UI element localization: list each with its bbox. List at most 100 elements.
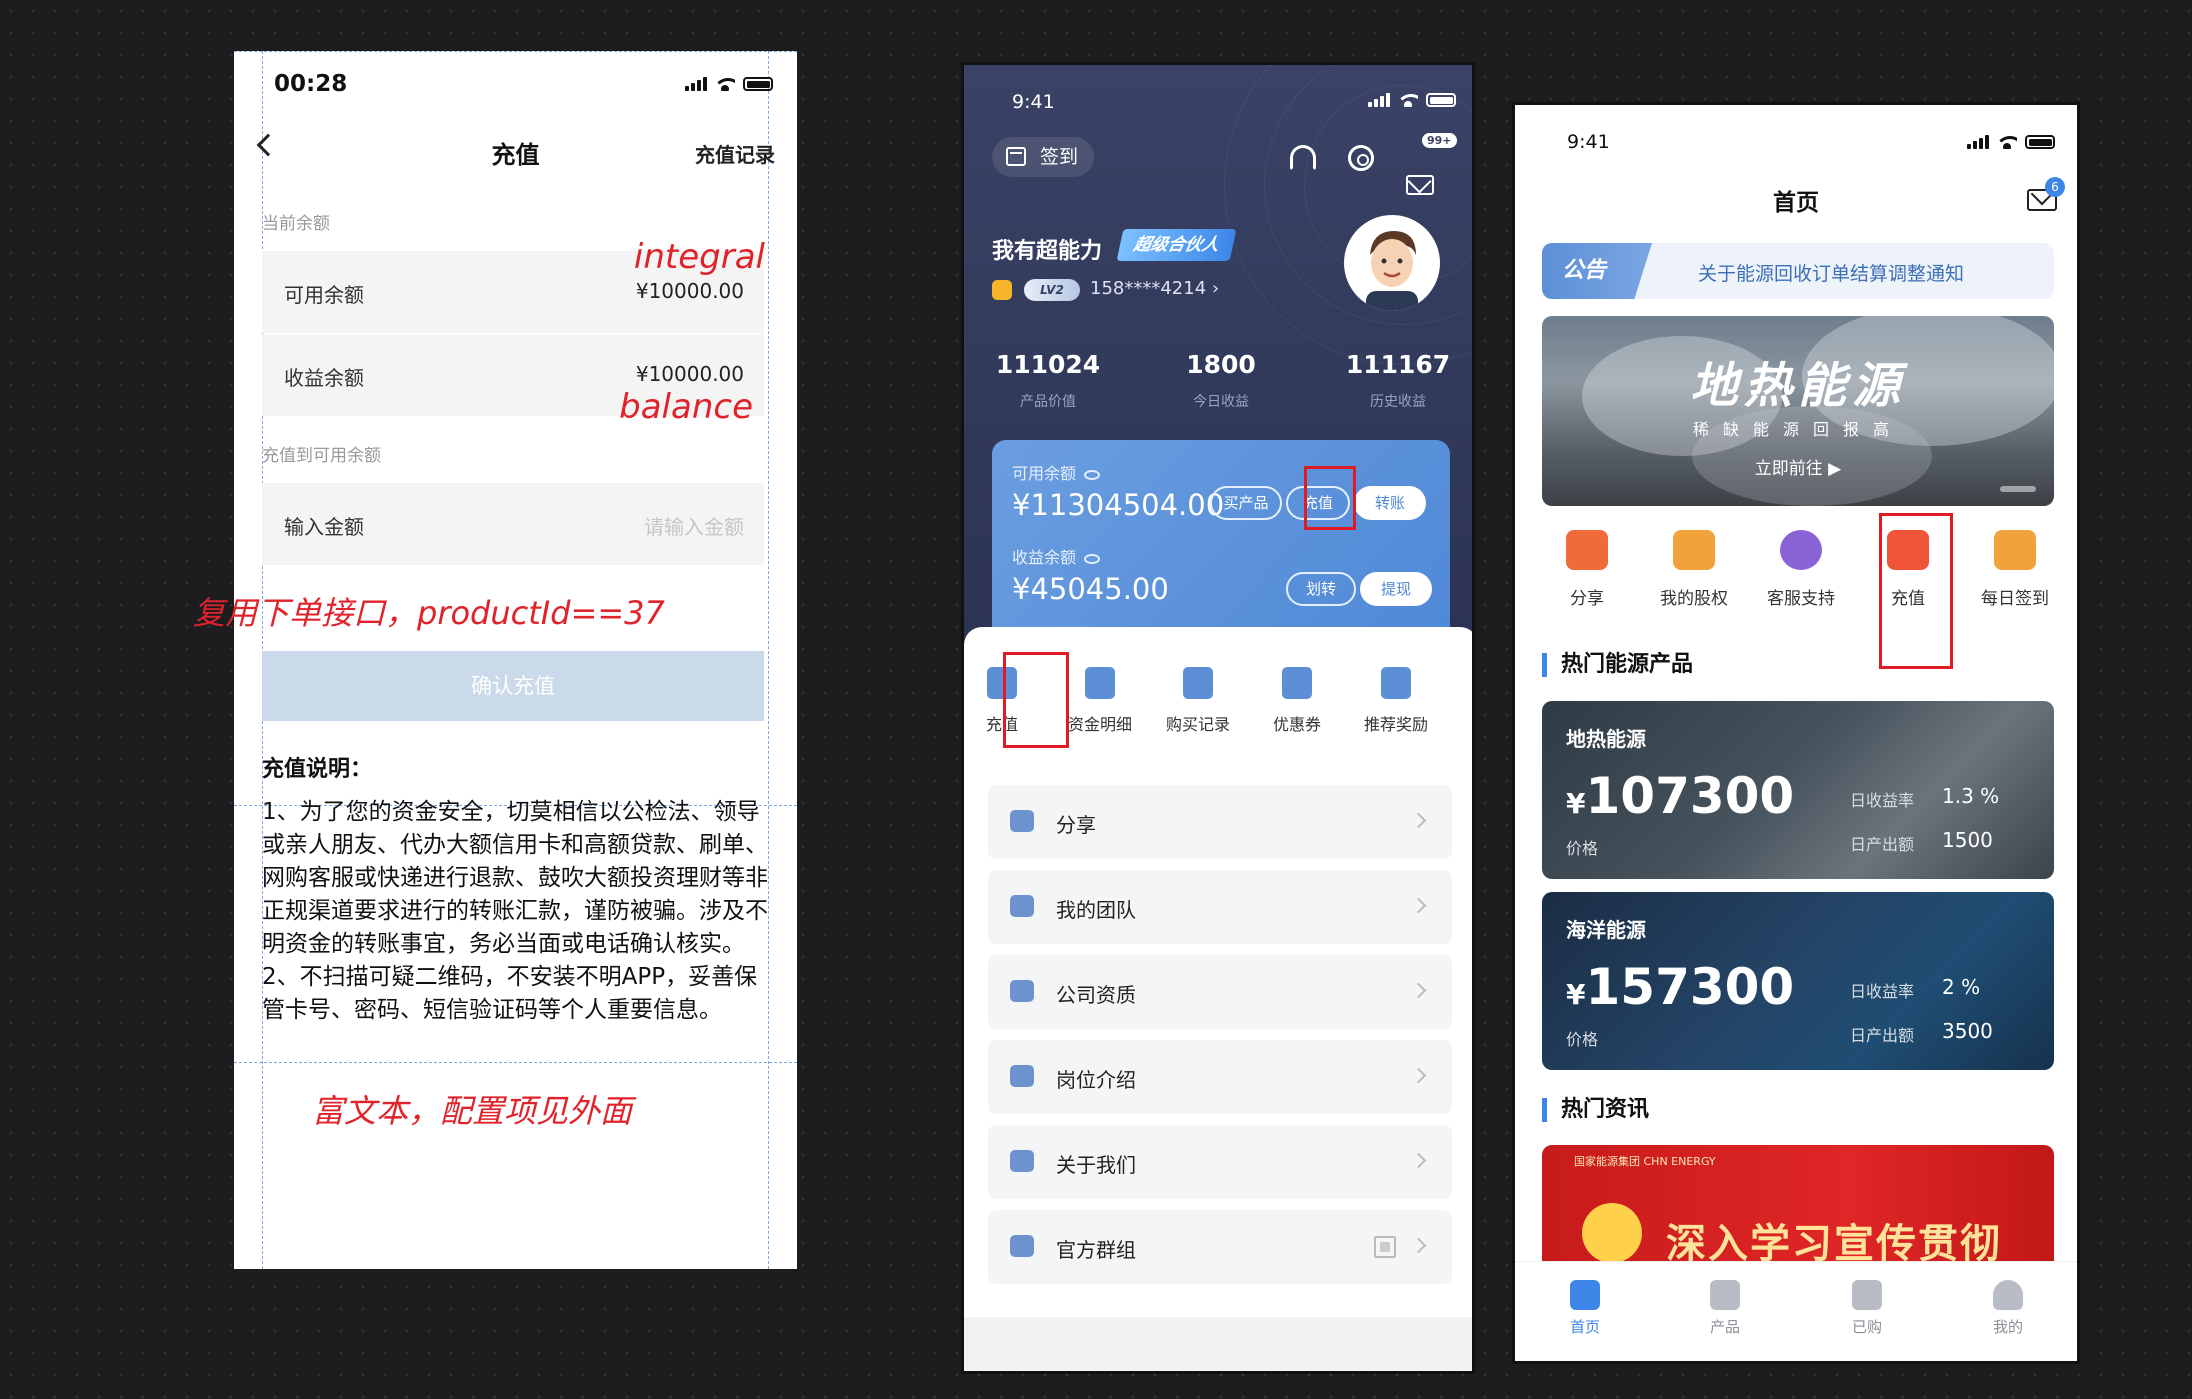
news-logo: 国家能源集团 CHN ENERGY [1574, 1155, 1716, 1168]
nav-label: 客服支持 [1767, 589, 1835, 609]
status-time: 9:41 [1567, 131, 1610, 153]
section-label: 充值到可用余额 [262, 446, 381, 466]
tab-purchased[interactable]: 已购 [1827, 1280, 1907, 1337]
nav-label: 分享 [1570, 589, 1604, 609]
wifi-icon [1398, 93, 1418, 107]
menu-label: 分享 [1056, 813, 1096, 837]
chart-icon [1673, 530, 1715, 570]
bookmark-icon [1710, 1280, 1740, 1310]
battery-icon [743, 77, 773, 91]
headset-icon[interactable] [1290, 145, 1316, 171]
emblem-icon [1582, 1203, 1642, 1263]
home-screen: 9:41 首页 6 公告 关于能源回收订单结算调整通知 地热能源 稀缺能源回报高… [1512, 102, 2080, 1364]
move-button[interactable]: 划转 [1286, 572, 1356, 606]
signal-icon [1368, 93, 1390, 107]
qr-code-icon [1374, 1236, 1396, 1258]
quick-purchase-records[interactable]: 购买记录 [1150, 667, 1246, 735]
phone-number[interactable]: 158****4214 › [1090, 278, 1219, 299]
eye-icon[interactable] [1084, 553, 1101, 564]
chevron-right-icon [1410, 812, 1427, 829]
status-icons [685, 77, 773, 91]
eye-icon[interactable] [1084, 469, 1101, 480]
amount-label: 输入金额 [284, 515, 364, 539]
menu-share[interactable]: 分享 [988, 785, 1452, 859]
tab-home[interactable]: 首页 [1545, 1280, 1625, 1337]
banner-cta[interactable]: 立即前往 ▶ [1542, 454, 2054, 479]
home-icon [1570, 1280, 1600, 1310]
product-card[interactable]: 海洋能源 ¥157300 价格 日收益率 2 % 日产出额 3500 [1542, 892, 2054, 1070]
status-time: 9:41 [1012, 91, 1055, 113]
amount-input[interactable]: 请输入金额 [644, 511, 744, 540]
user-name: 我有超能力 [992, 239, 1103, 264]
headset-icon [1780, 530, 1822, 570]
available-balance-label: 可用余额 [284, 283, 364, 307]
price-label: 价格 [1566, 839, 1599, 858]
recharge-record-link[interactable]: 充值记录 [695, 139, 775, 168]
settings-icon[interactable] [1348, 145, 1374, 171]
mail-icon[interactable] [1406, 175, 1434, 195]
certificate-icon [1010, 980, 1034, 1002]
confirm-recharge-button[interactable]: 确认充值 [262, 651, 764, 721]
balance-card: 可用余额 ¥11304504.00 买产品 充值 转账 收益余额 ¥45045.… [992, 440, 1450, 645]
quick-coupons[interactable]: 优惠券 [1249, 667, 1345, 735]
product-card[interactable]: 地热能源 ¥107300 价格 日收益率 1.3 % 日产出额 1500 [1542, 701, 2054, 879]
vip-icon [992, 280, 1012, 300]
description-text: 1、为了您的资金安全，切莫相信以公检法、领导或亲人朋友、代办大额信用卡和高额贷款… [262, 799, 768, 1023]
wifi-icon [715, 77, 735, 91]
menu-label: 官方群组 [1056, 1238, 1136, 1262]
news-card[interactable]: 国家能源集团 CHN ENERGY 深入学习宣传贯彻 [1542, 1145, 2054, 1275]
menu-about-us[interactable]: 关于我们 [988, 1125, 1452, 1199]
menu-label: 岗位介绍 [1056, 1068, 1136, 1092]
avatar[interactable] [1344, 215, 1440, 311]
nav-my-equity[interactable]: 我的股权 [1644, 530, 1744, 609]
battery-icon [2025, 135, 2055, 149]
notice-tag: 公告 [1542, 243, 1652, 299]
section-label: 当前余额 [262, 214, 330, 234]
menu-label: 公司资质 [1056, 983, 1136, 1007]
stat-value: 1800 [1186, 350, 1256, 379]
banner[interactable]: 地热能源 稀缺能源回报高 立即前往 ▶ [1542, 316, 2054, 506]
tab-label: 已购 [1851, 1318, 1882, 1336]
mail-badge: 6 [2045, 177, 2065, 197]
transfer-button[interactable]: 转账 [1354, 486, 1426, 520]
banner-title: 地热能源 [1689, 358, 1906, 414]
notice-bar[interactable]: 公告 关于能源回收订单结算调整通知 [1542, 243, 2054, 299]
annotation-balance: balance [619, 387, 753, 427]
star-icon [1381, 667, 1411, 699]
nav-share[interactable]: 分享 [1537, 530, 1637, 609]
status-time: 00:28 [274, 71, 348, 97]
withdraw-button[interactable]: 提现 [1360, 572, 1432, 606]
group-icon [1010, 1235, 1034, 1257]
chevron-right-icon [1410, 1067, 1427, 1084]
nav-label: 我的股权 [1660, 589, 1728, 609]
menu-company-qualification[interactable]: 公司资质 [988, 955, 1452, 1029]
team-icon [1010, 895, 1034, 917]
tab-products[interactable]: 产品 [1685, 1280, 1765, 1337]
rate-value: 2 % [1942, 975, 1981, 999]
section-title: 热门资讯 [1542, 1098, 1649, 1122]
menu-my-team[interactable]: 我的团队 [988, 870, 1452, 944]
product-name: 海洋能源 [1566, 918, 1646, 942]
clipboard-icon [1183, 667, 1213, 699]
briefcase-icon [1010, 1065, 1034, 1087]
checkin-button[interactable]: 签到 [992, 137, 1094, 177]
menu-positions[interactable]: 岗位介绍 [988, 1040, 1452, 1114]
amount-input-row[interactable]: 输入金额 请输入金额 [262, 483, 764, 565]
stat-label: 今日收益 [1193, 394, 1249, 410]
quick-referral-rewards[interactable]: 推荐奖励 [1348, 667, 1444, 735]
menu-official-group[interactable]: 官方群组 [988, 1210, 1452, 1284]
wifi-icon [1997, 135, 2017, 149]
highlight-box [1003, 652, 1069, 748]
output-label: 日产出额 [1850, 835, 1915, 854]
quick-label: 购买记录 [1165, 715, 1230, 734]
quick-label: 优惠券 [1272, 715, 1321, 734]
notice-text: 关于能源回收订单结算调整通知 [1698, 263, 1965, 285]
tab-mine[interactable]: 我的 [1968, 1280, 2048, 1337]
chevron-right-icon [1410, 1152, 1427, 1169]
buy-product-button[interactable]: 买产品 [1210, 486, 1282, 520]
nav-support[interactable]: 客服支持 [1751, 530, 1851, 609]
annotation-reuse: 复用下单接口，productId==37 [193, 594, 665, 632]
earnings-balance-label: 收益余额 [284, 366, 364, 390]
menu-label: 关于我们 [1056, 1153, 1136, 1177]
nav-daily-checkin[interactable]: 每日签到 [1965, 530, 2065, 609]
